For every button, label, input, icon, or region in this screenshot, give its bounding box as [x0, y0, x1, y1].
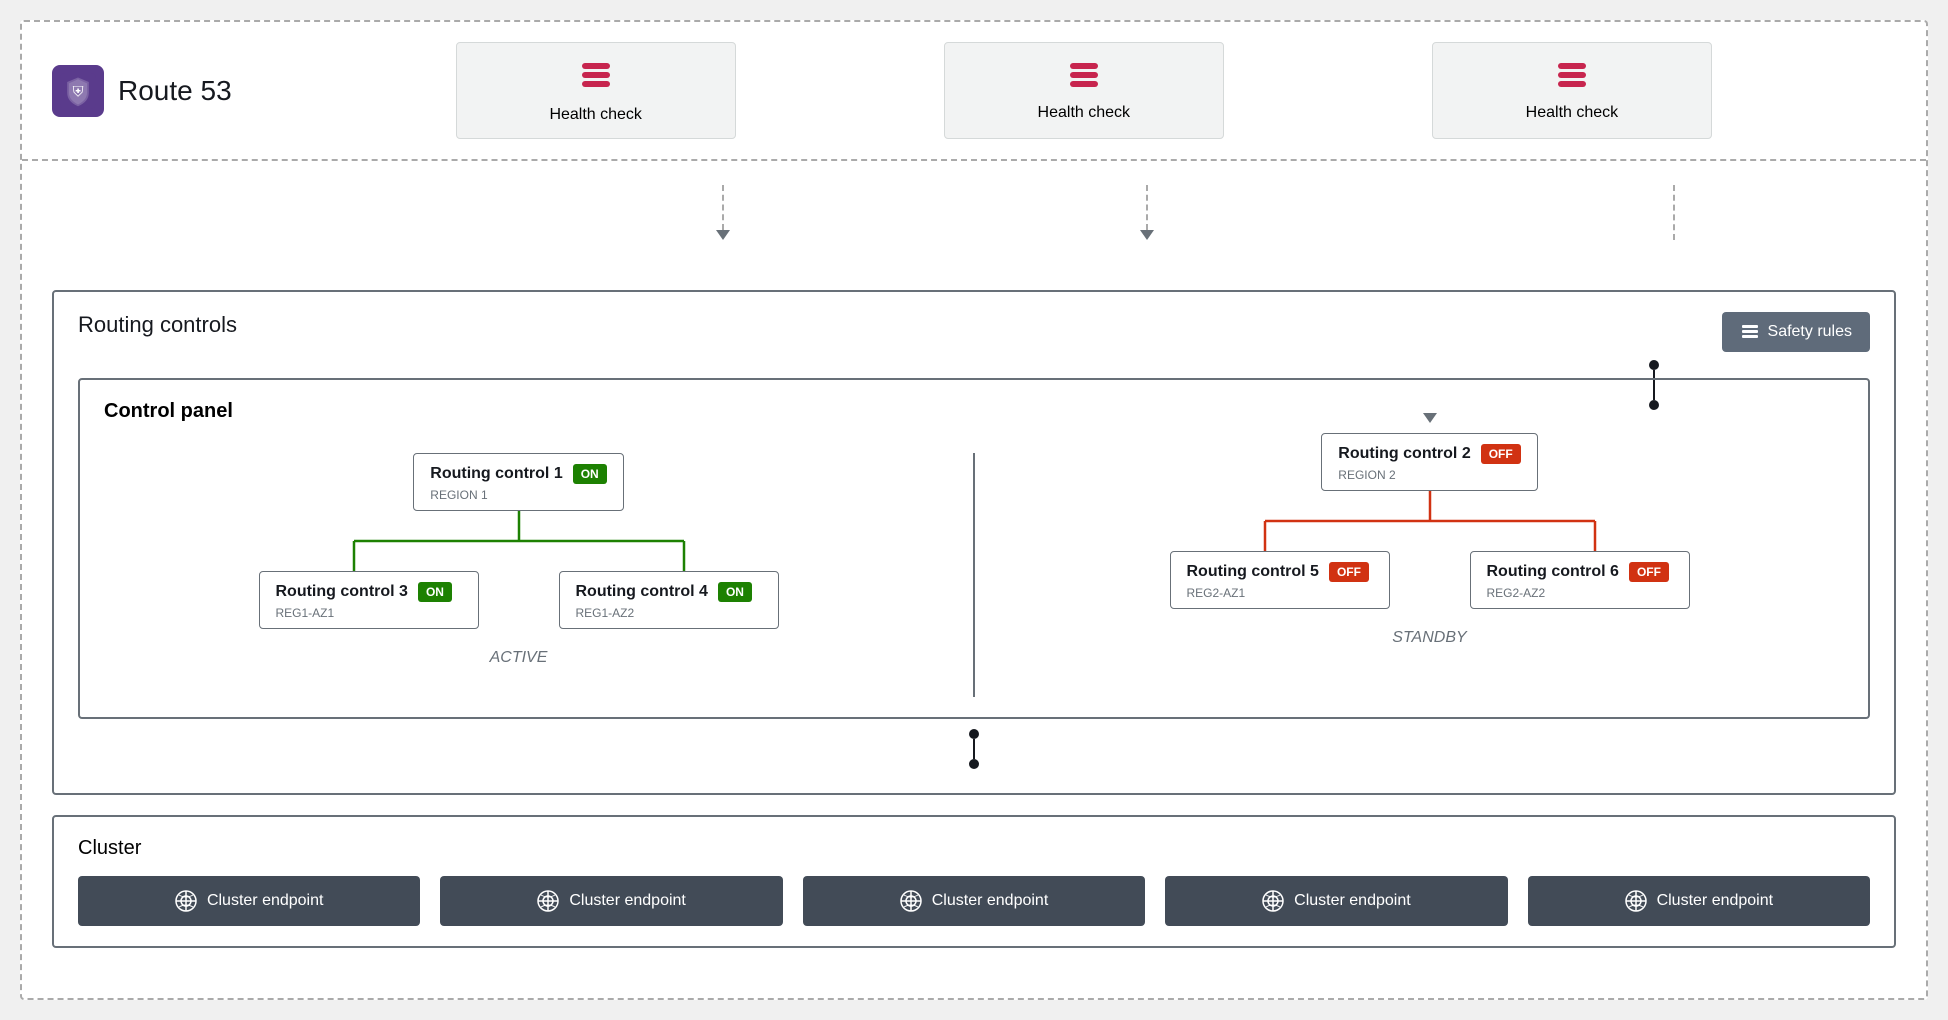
rc5-card[interactable]: Routing control 5 OFF REG2-AZ1 [1170, 551, 1390, 609]
rc1-card-top: Routing control 1 ON [430, 464, 606, 484]
rc2-tree: Routing control 2 OFF REGION 2 [1015, 433, 1844, 609]
cluster-endpoint-btn-1[interactable]: Cluster endpoint [78, 876, 420, 926]
rc1-badge: ON [573, 464, 607, 484]
cluster-endpoint-label-5: Cluster endpoint [1657, 892, 1774, 910]
rc3-card[interactable]: Routing control 3 ON REG1-AZ1 [259, 571, 479, 629]
routing-controls-section: Routing controls Safety rules Co [52, 290, 1896, 795]
rc1-children: Routing control 3 ON REG1-AZ1 Routing co… [259, 571, 779, 629]
cluster-endpoint-icon-1 [175, 890, 197, 912]
cluster-endpoint-btn-5[interactable]: Cluster endpoint [1528, 876, 1870, 926]
cluster-endpoint-icon-3 [900, 890, 922, 912]
rc5-name: Routing control 5 [1187, 563, 1319, 581]
control-panel: Control panel Routing control 1 ON REGIO [78, 378, 1870, 719]
rc2-card[interactable]: Routing control 2 OFF REGION 2 [1321, 433, 1537, 491]
dashed-line-hc1 [716, 185, 730, 240]
rc6-badge: OFF [1629, 562, 1669, 582]
active-label: ACTIVE [490, 649, 548, 667]
cluster-endpoint-btn-3[interactable]: Cluster endpoint [803, 876, 1145, 926]
safety-rules-button[interactable]: Safety rules [1722, 312, 1870, 352]
rc2-name: Routing control 2 [1338, 445, 1470, 463]
health-check-2[interactable]: Health check [944, 42, 1224, 139]
rc5-badge: OFF [1329, 562, 1369, 582]
red-connector-svg [1170, 491, 1690, 551]
rc4-card[interactable]: Routing control 4 ON REG1-AZ2 [559, 571, 779, 629]
rc6-card-top: Routing control 6 OFF [1487, 562, 1673, 582]
cluster-endpoints-row: Cluster endpoint Cluster endpoint [78, 876, 1870, 926]
rc1-card[interactable]: Routing control 1 ON REGION 1 [413, 453, 623, 511]
dashed-line-hc2 [1140, 185, 1154, 240]
health-check-icon-3 [1554, 57, 1590, 98]
cluster-endpoint-icon-2 [537, 890, 559, 912]
rc5-card-top: Routing control 5 OFF [1187, 562, 1373, 582]
health-check-label-1: Health check [549, 106, 642, 124]
rc2-children: Routing control 5 OFF REG2-AZ1 Routing c… [1170, 551, 1690, 609]
rc2-card-top: Routing control 2 OFF [1338, 444, 1520, 464]
rc3-card-top: Routing control 3 ON [276, 582, 462, 602]
rc3-region: REG1-AZ1 [276, 606, 462, 620]
cluster-endpoint-label-4: Cluster endpoint [1294, 892, 1411, 910]
rc6-region: REG2-AZ2 [1487, 586, 1673, 600]
cluster-endpoint-label-3: Cluster endpoint [932, 892, 1049, 910]
cp-right-standby: Routing control 2 OFF REGION 2 [975, 453, 1844, 697]
rc1-tree: Routing control 1 ON REGION 1 [104, 453, 933, 629]
brand-area: ⛨ Route 53 [52, 65, 232, 117]
health-check-label-2: Health check [1038, 104, 1131, 122]
rc1-name: Routing control 1 [430, 465, 562, 483]
standby-label: STANDBY [1392, 629, 1466, 647]
safety-rules-icon [1740, 322, 1760, 342]
rc4-badge: ON [718, 582, 752, 602]
health-check-3[interactable]: Health check [1432, 42, 1712, 139]
cluster-endpoint-label-2: Cluster endpoint [569, 892, 686, 910]
cluster-title: Cluster [78, 837, 1870, 860]
route53-icon: ⛨ [52, 65, 104, 117]
cluster-endpoint-icon-5 [1625, 890, 1647, 912]
cluster-section: Cluster Cluster endpoint [52, 815, 1896, 948]
cp-split: Routing control 1 ON REGION 1 [104, 453, 1844, 697]
routing-controls-title: Routing controls [78, 312, 237, 338]
green-connector-svg [259, 511, 779, 571]
cp-left-active: Routing control 1 ON REGION 1 [104, 453, 975, 697]
rc1-region: REGION 1 [430, 488, 606, 502]
rc5-arrow-indicator [1423, 413, 1437, 423]
cluster-endpoint-icon-4 [1262, 890, 1284, 912]
rc5-region: REG2-AZ1 [1187, 586, 1373, 600]
route53-title: Route 53 [118, 75, 232, 107]
page-wrapper: ⛨ Route 53 Health check [20, 20, 1928, 1000]
cluster-endpoint-label-1: Cluster endpoint [207, 892, 324, 910]
health-check-1[interactable]: Health check [456, 42, 736, 139]
rc6-card[interactable]: Routing control 6 OFF REG2-AZ2 [1470, 551, 1690, 609]
panel-cluster-connector [78, 729, 1870, 769]
rc3-name: Routing control 3 [276, 583, 408, 601]
svg-text:⛨: ⛨ [73, 84, 84, 100]
rc-outer-header: Routing controls Safety rules [78, 312, 1870, 354]
page-body: Routing controls Safety rules Co [22, 161, 1926, 972]
dashed-connectors-area [52, 185, 1896, 240]
cluster-endpoint-btn-2[interactable]: Cluster endpoint [440, 876, 782, 926]
rc4-card-top: Routing control 4 ON [576, 582, 762, 602]
health-checks-area: Health check Health check [272, 42, 1896, 139]
rc4-name: Routing control 4 [576, 583, 708, 601]
rc2-region: REGION 2 [1338, 468, 1520, 482]
cluster-endpoint-btn-4[interactable]: Cluster endpoint [1165, 876, 1507, 926]
page-header: ⛨ Route 53 Health check [22, 22, 1926, 161]
rc6-name: Routing control 6 [1487, 563, 1619, 581]
health-check-icon-2 [1066, 57, 1102, 98]
rc2-badge: OFF [1481, 444, 1521, 464]
dashed-line-hc3 [1673, 185, 1675, 240]
health-check-label-3: Health check [1526, 104, 1619, 122]
safety-rules-label: Safety rules [1768, 323, 1852, 341]
control-panel-title: Control panel [104, 400, 1844, 423]
rc4-region: REG1-AZ2 [576, 606, 762, 620]
rc3-badge: ON [418, 582, 452, 602]
health-check-icon-1 [578, 57, 614, 100]
